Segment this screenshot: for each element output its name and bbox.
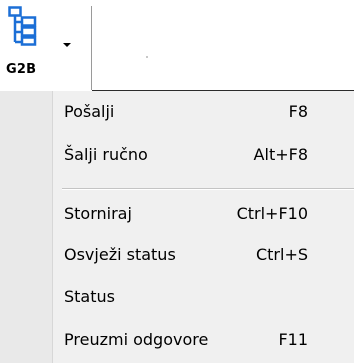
menu-item-label: Preuzmi odgovore: [64, 330, 209, 349]
g2b-toolbar-button[interactable]: G2B: [0, 0, 92, 92]
g2b-dropdown-menu: Pošalji F8 Šalji ručno Alt+F8 Storniraj …: [0, 91, 354, 363]
menu-separator: [62, 188, 354, 190]
tree-structure-icon: [8, 6, 37, 46]
menu-item-label: Osvježi status: [64, 245, 176, 264]
menu-item-shortcut: Alt+F8: [253, 145, 308, 164]
menu-item-label: Pošalji: [64, 102, 115, 121]
menu-item-label: Status: [64, 287, 115, 306]
dropdown-arrow-icon[interactable]: [63, 43, 71, 47]
menu-icon-gutter: [0, 91, 53, 363]
menu-item-shortcut: F8: [288, 102, 308, 121]
menu-item-shortcut: Ctrl+F10: [236, 204, 308, 223]
toolbar-separator: [91, 6, 92, 90]
toolbar-button-label: G2B: [6, 62, 37, 77]
menu-item-preuzmi-odgovore[interactable]: Preuzmi odgovore F11: [54, 321, 354, 359]
menu-item-osvjezi-status[interactable]: Osvježi status Ctrl+S: [54, 236, 354, 274]
app-window: G2B Pošalji F8 Šalji ručno Alt+F8 Storni…: [0, 0, 354, 363]
menu-item-status[interactable]: Status: [54, 278, 354, 316]
menu-item-shortcut: Ctrl+S: [255, 245, 308, 264]
menu-item-label: Šalji ručno: [64, 145, 148, 164]
menu-item-salji-rucno[interactable]: Šalji ručno Alt+F8: [54, 136, 354, 174]
menu-item-storniraj[interactable]: Storniraj Ctrl+F10: [54, 195, 354, 233]
menu-item-posalji[interactable]: Pošalji F8: [54, 93, 354, 131]
menu-item-shortcut: F11: [278, 330, 308, 349]
menu-item-label: Storniraj: [64, 204, 132, 223]
background-speck: [146, 56, 148, 58]
